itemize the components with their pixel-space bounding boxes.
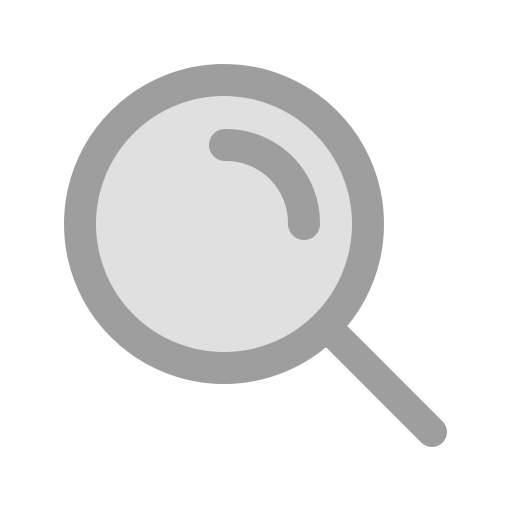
magnifier-lens (64, 64, 384, 384)
magnifier-handle (322, 322, 447, 447)
icon-canvas (0, 0, 512, 512)
search-icon (64, 64, 447, 447)
